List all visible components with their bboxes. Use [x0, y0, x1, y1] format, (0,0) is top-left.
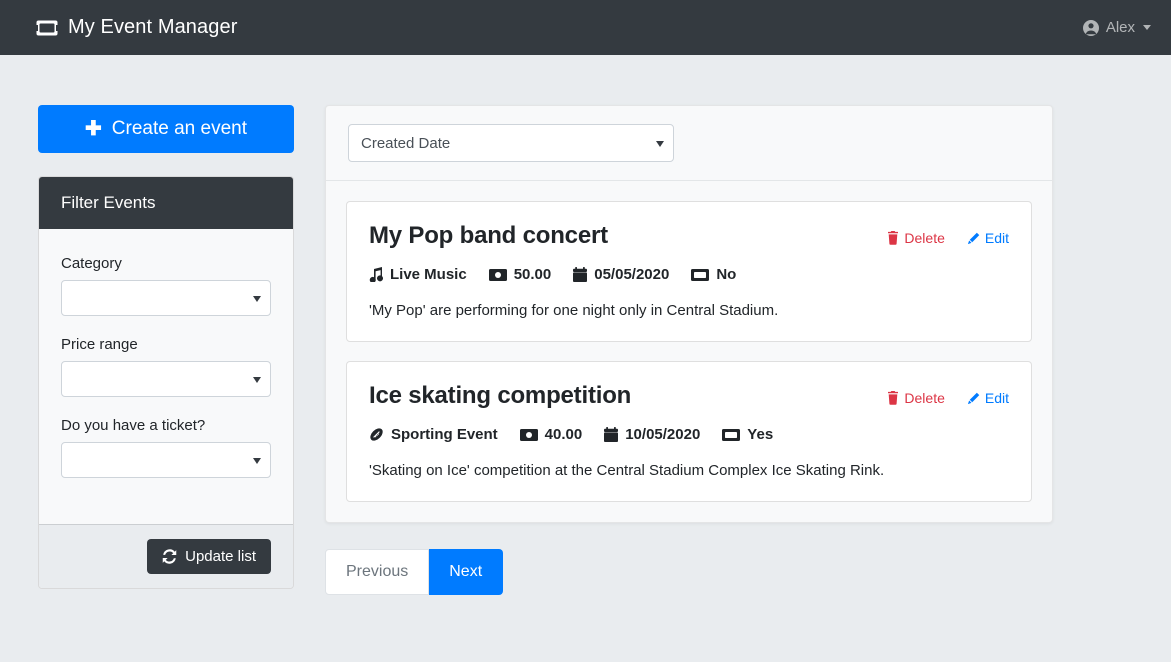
event-header: My Pop band concert Delete Edit: [369, 222, 1009, 250]
update-list-button[interactable]: Update list: [147, 539, 271, 574]
user-menu-label: Alex: [1105, 19, 1135, 36]
ticket-select[interactable]: [61, 442, 271, 478]
events-panel: Created Date My Pop band concert Delete …: [325, 105, 1053, 523]
navbar-brand-label: My Event Manager: [68, 16, 238, 38]
ticket-icon: [36, 20, 58, 36]
ticket-label: Do you have a ticket?: [61, 417, 206, 434]
edit-event-label: Edit: [984, 230, 1009, 246]
event-category-label: Live Music: [390, 266, 467, 283]
event-ticket: No: [691, 266, 736, 283]
calendar-icon: [604, 427, 619, 442]
event-category-label: Sporting Event: [391, 426, 498, 443]
event-price: 40.00: [519, 426, 583, 443]
sync-icon: [162, 549, 177, 564]
event-actions: Delete Edit: [887, 382, 1009, 406]
event-description: 'Skating on Ice' competition at the Cent…: [369, 462, 885, 479]
ticket-icon: [722, 428, 741, 441]
create-event-label: Create an event: [111, 118, 247, 139]
money-bill-icon: [488, 268, 507, 281]
pagination-next[interactable]: Next: [429, 549, 504, 595]
event-ticket-label: Yes: [747, 426, 774, 443]
event-price: 50.00: [488, 266, 552, 283]
trash-icon: [887, 231, 899, 245]
ticket-icon: [691, 268, 710, 281]
event-meta: Live Music 50.00 05/05/2020 No: [369, 266, 1009, 283]
chevron-down-icon: [253, 458, 261, 464]
create-event-button[interactable]: ✚ Create an event: [38, 105, 294, 153]
event-category: Sporting Event: [369, 426, 498, 443]
price-range-label: Price range: [61, 336, 138, 353]
filter-events-footer: Update list: [39, 524, 293, 588]
event-header: Ice skating competition Delete Edit: [369, 382, 1009, 410]
navbar: My Event Manager Alex: [0, 0, 1171, 55]
caret-down-icon: [1143, 25, 1151, 30]
main-content: Created Date My Pop band concert Delete …: [325, 105, 1053, 595]
event-actions: Delete Edit: [887, 222, 1009, 246]
user-circle-icon: [1082, 19, 1099, 36]
category-label: Category: [61, 255, 122, 272]
event-price-label: 40.00: [544, 426, 583, 443]
delete-event-label: Delete: [904, 230, 945, 246]
chevron-down-icon: [253, 296, 261, 302]
pencil-icon: [967, 232, 980, 245]
filter-events-body: Category Price range Do you have a ticke…: [39, 229, 293, 524]
pencil-icon: [967, 392, 980, 405]
trash-icon: [887, 391, 899, 405]
event-date-label: 05/05/2020: [594, 266, 670, 283]
event-description: 'My Pop' are performing for one night on…: [369, 302, 779, 319]
sort-bar: Created Date: [326, 106, 1052, 181]
calendar-icon: [573, 267, 588, 282]
event-card: Ice skating competition Delete Edit Spor…: [346, 361, 1032, 502]
filter-events-card: Filter Events Category Price range Do yo…: [38, 176, 294, 589]
event-date-label: 10/05/2020: [625, 426, 701, 443]
filter-events-title: Filter Events: [39, 177, 293, 229]
edit-event-link[interactable]: Edit: [967, 390, 1009, 406]
event-date: 10/05/2020: [604, 426, 700, 443]
sidebar: ✚ Create an event Filter Events Category…: [38, 105, 294, 589]
event-ticket-label: No: [716, 266, 737, 283]
event-card: My Pop band concert Delete Edit Live Mus…: [346, 201, 1032, 342]
pagination-previous[interactable]: Previous: [325, 549, 430, 595]
update-list-label: Update list: [185, 548, 256, 565]
money-bill-icon: [519, 428, 538, 441]
sort-select[interactable]: Created Date: [348, 124, 674, 162]
category-select[interactable]: [61, 280, 271, 316]
music-icon: [369, 267, 383, 282]
pagination: Previous Next: [325, 549, 1053, 595]
price-range-select[interactable]: [61, 361, 271, 397]
event-title: Ice skating competition: [369, 382, 632, 409]
edit-event-link[interactable]: Edit: [967, 230, 1009, 246]
event-ticket: Yes: [722, 426, 773, 443]
delete-event-link[interactable]: Delete: [887, 390, 945, 406]
navbar-brand[interactable]: My Event Manager: [36, 16, 237, 39]
event-meta: Sporting Event 40.00 10/05/2020 Yes: [369, 426, 1009, 443]
football-icon: [369, 427, 384, 442]
event-category: Live Music: [369, 266, 467, 283]
events-list: My Pop band concert Delete Edit Live Mus…: [326, 181, 1052, 522]
delete-event-label: Delete: [904, 390, 945, 406]
user-menu[interactable]: Alex: [1082, 19, 1151, 36]
delete-event-link[interactable]: Delete: [887, 230, 945, 246]
chevron-down-icon: [253, 377, 261, 383]
event-date: 05/05/2020: [573, 266, 669, 283]
event-title: My Pop band concert: [369, 222, 608, 249]
chevron-down-icon: [656, 141, 664, 147]
event-price-label: 50.00: [513, 266, 552, 283]
sort-select-value: Created Date: [361, 134, 451, 152]
page-body: ✚ Create an event Filter Events Category…: [0, 55, 1171, 595]
edit-event-label: Edit: [984, 390, 1009, 406]
plus-icon: ✚: [85, 118, 102, 140]
